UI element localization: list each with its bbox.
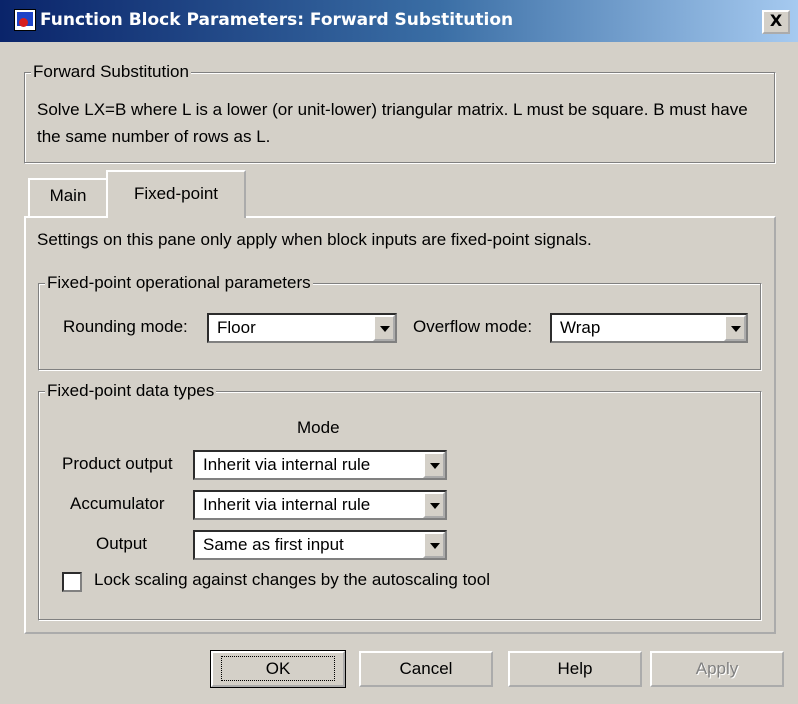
- rounding-mode-value: Floor: [217, 318, 256, 337]
- ok-button[interactable]: OK: [210, 650, 346, 688]
- product-output-label: Product output: [62, 454, 173, 473]
- tab-fixed-point[interactable]: Fixed-point: [106, 170, 246, 218]
- overflow-mode-dropdown[interactable]: Wrap: [550, 313, 748, 343]
- lock-scaling-checkbox[interactable]: [62, 572, 82, 592]
- rounding-mode-dropdown[interactable]: Floor: [207, 313, 397, 343]
- product-output-value: Inherit via internal rule: [203, 455, 371, 474]
- overflow-mode-label: Overflow mode:: [413, 317, 533, 336]
- apply-button[interactable]: Apply: [650, 651, 784, 687]
- product-output-dropdown[interactable]: Inherit via internal rule: [193, 450, 447, 480]
- rounding-mode-label: Rounding mode:: [63, 317, 188, 336]
- chevron-down-icon[interactable]: [423, 532, 445, 558]
- chevron-down-icon[interactable]: [724, 315, 746, 341]
- output-dropdown[interactable]: Same as first input: [193, 530, 447, 560]
- block-description: Solve LX=B where L is a lower (or unit-l…: [37, 100, 748, 146]
- help-button[interactable]: Help: [508, 651, 642, 687]
- chevron-down-icon[interactable]: [373, 315, 395, 341]
- ok-button-label: OK: [220, 656, 336, 681]
- description-group-title: Forward Substitution: [31, 62, 191, 82]
- simulink-block-icon: [14, 9, 36, 31]
- chevron-down-icon[interactable]: [423, 492, 445, 518]
- cancel-button[interactable]: Cancel: [359, 651, 493, 687]
- title-bar: Function Block Parameters: Forward Subst…: [0, 0, 798, 42]
- data-types-title: Fixed-point data types: [45, 381, 217, 401]
- operational-params-title: Fixed-point operational parameters: [45, 273, 313, 293]
- lock-scaling-label: Lock scaling against changes by the auto…: [94, 570, 490, 589]
- accumulator-label: Accumulator: [70, 494, 165, 513]
- mode-column-header: Mode: [297, 418, 340, 437]
- output-value: Same as first input: [203, 535, 344, 554]
- chevron-down-icon[interactable]: [423, 452, 445, 478]
- tab-main[interactable]: Main: [28, 178, 108, 216]
- overflow-mode-value: Wrap: [560, 318, 601, 337]
- panel-info-text: Settings on this pane only apply when bl…: [37, 230, 592, 249]
- accumulator-dropdown[interactable]: Inherit via internal rule: [193, 490, 447, 520]
- output-label: Output: [96, 534, 148, 553]
- accumulator-value: Inherit via internal rule: [203, 495, 371, 514]
- close-button[interactable]: X: [762, 10, 790, 34]
- window-title: Function Block Parameters: Forward Subst…: [40, 10, 514, 30]
